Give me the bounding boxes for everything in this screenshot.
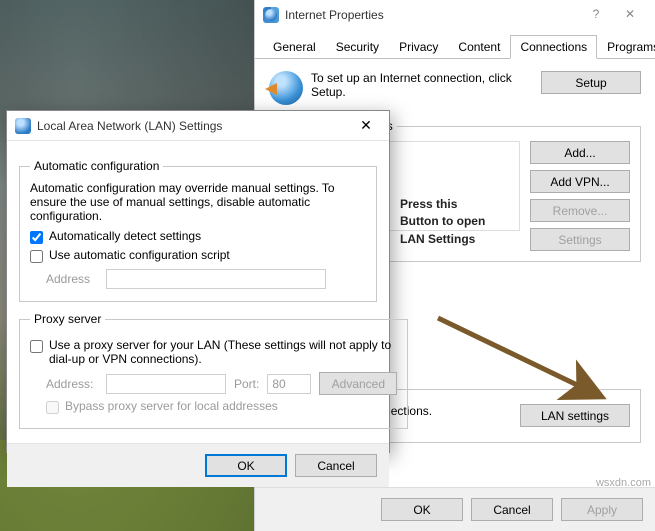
tab-content[interactable]: Content — [448, 35, 510, 59]
proxy-group: Proxy server Use a proxy server for your… — [19, 312, 408, 429]
bypass-local-label: Bypass proxy server for local addresses — [65, 399, 278, 413]
tab-general[interactable]: General — [263, 35, 326, 59]
auto-config-message: Automatic configuration may override man… — [30, 181, 366, 223]
auto-config-group: Automatic configuration Automatic config… — [19, 159, 377, 302]
auto-detect-row[interactable]: Automatically detect settings — [30, 229, 366, 244]
lan-cancel-button[interactable]: Cancel — [295, 454, 377, 477]
use-proxy-row[interactable]: Use a proxy server for your LAN (These s… — [30, 338, 397, 366]
proxy-address-label: Address: — [46, 377, 98, 391]
internet-properties-title: Internet Properties — [285, 8, 579, 22]
auto-config-legend: Automatic configuration — [30, 159, 163, 173]
proxy-address-input — [106, 374, 226, 394]
auto-script-row[interactable]: Use automatic configuration script — [30, 248, 366, 263]
lan-footer: OK Cancel — [7, 443, 389, 487]
proxy-port-label: Port: — [234, 377, 259, 391]
annotation-line-1: Press this — [400, 196, 485, 213]
auto-script-checkbox[interactable] — [30, 250, 43, 263]
tab-programs[interactable]: Programs — [597, 35, 655, 59]
lan-settings-window: Local Area Network (LAN) Settings ✕ Auto… — [6, 110, 390, 453]
lan-ok-button[interactable]: OK — [205, 454, 287, 477]
ip-cancel-button[interactable]: Cancel — [471, 498, 553, 521]
script-address-label: Address — [46, 272, 98, 286]
lan-titlebar: Local Area Network (LAN) Settings ✕ — [7, 111, 389, 141]
lan-title: Local Area Network (LAN) Settings — [37, 119, 351, 133]
dial-settings-button: Settings — [530, 228, 630, 251]
watermark: wsxdn.com — [596, 477, 651, 489]
tab-connections[interactable]: Connections — [510, 35, 597, 59]
add-button[interactable]: Add... — [530, 141, 630, 164]
internet-properties-titlebar: Internet Properties ? ✕ — [255, 0, 655, 30]
internet-properties-footer: OK Cancel Apply — [255, 487, 655, 531]
auto-detect-checkbox[interactable] — [30, 231, 43, 244]
use-proxy-checkbox[interactable] — [30, 340, 43, 353]
annotation-text: Press this Button to open LAN Settings — [400, 196, 485, 248]
proxy-port-input — [267, 374, 311, 394]
remove-button: Remove... — [530, 199, 630, 222]
lan-close-button[interactable]: ✕ — [351, 115, 381, 137]
help-button[interactable]: ? — [579, 4, 613, 26]
auto-script-label: Use automatic configuration script — [49, 248, 230, 262]
globe-arrow-icon — [269, 71, 303, 105]
script-address-input — [106, 269, 326, 289]
internet-options-icon — [15, 118, 31, 134]
proxy-legend: Proxy server — [30, 312, 105, 326]
auto-detect-label: Automatically detect settings — [49, 229, 201, 243]
proxy-advanced-button: Advanced — [319, 372, 397, 395]
bypass-local-row: Bypass proxy server for local addresses — [46, 399, 397, 414]
ip-apply-button: Apply — [561, 498, 643, 521]
internet-options-icon — [263, 7, 279, 23]
tab-strip: General Security Privacy Content Connect… — [255, 34, 655, 59]
annotation-line-3: LAN Settings — [400, 231, 485, 248]
lan-settings-button[interactable]: LAN settings — [520, 404, 630, 427]
use-proxy-label: Use a proxy server for your LAN (These s… — [49, 338, 397, 366]
annotation-line-2: Button to open — [400, 213, 485, 230]
close-button[interactable]: ✕ — [613, 4, 647, 26]
tab-security[interactable]: Security — [326, 35, 389, 59]
setup-button[interactable]: Setup — [541, 71, 641, 94]
tab-privacy[interactable]: Privacy — [389, 35, 448, 59]
bypass-local-checkbox — [46, 401, 59, 414]
ip-ok-button[interactable]: OK — [381, 498, 463, 521]
add-vpn-button[interactable]: Add VPN... — [530, 170, 630, 193]
setup-message: To set up an Internet connection, click … — [311, 71, 541, 99]
